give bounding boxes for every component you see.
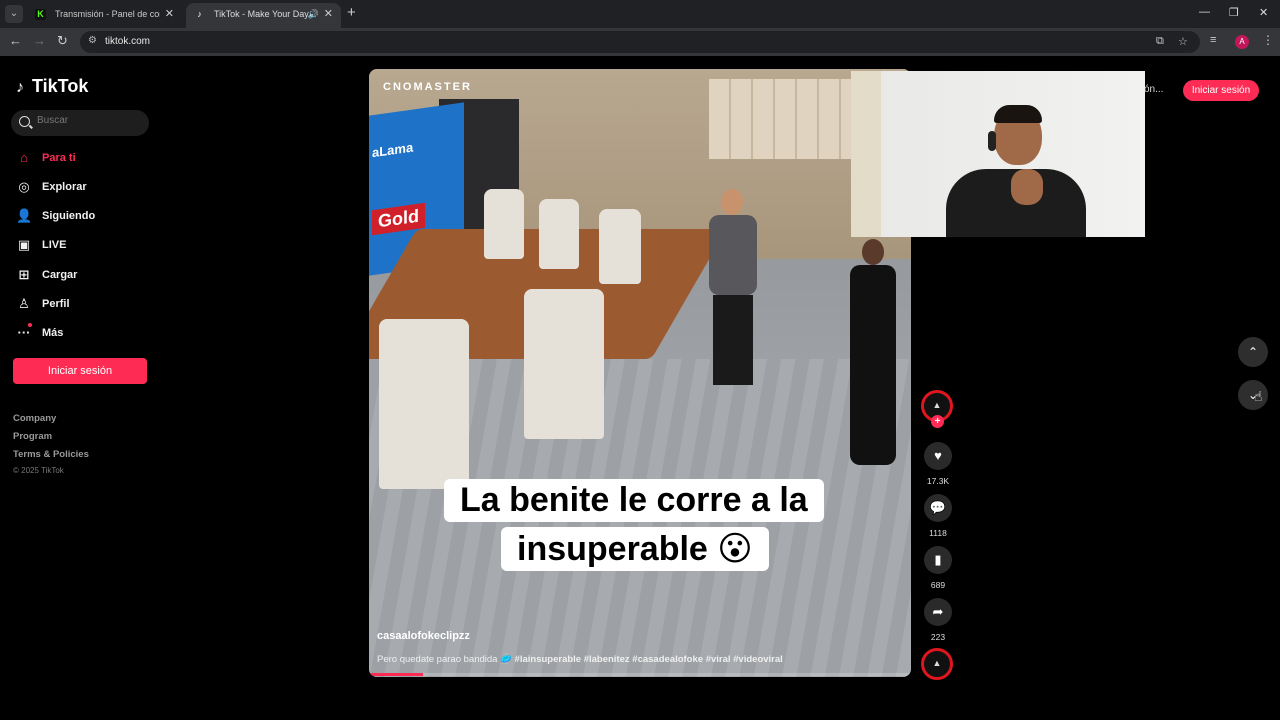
follow-button[interactable]: +: [931, 415, 944, 428]
sidebar-login-button[interactable]: Iniciar sesión: [13, 358, 147, 384]
sidebar-item-label: Siguiendo: [42, 210, 96, 222]
sidebar-item-perfil[interactable]: ♙ Perfil: [16, 293, 146, 315]
copyright: © 2025 TikTok: [13, 466, 64, 475]
channel-watermark: CNOMASTER: [383, 81, 472, 93]
url-text[interactable]: tiktok.com: [105, 36, 150, 47]
like-action[interactable]: ♥ 17.3K: [923, 442, 953, 486]
close-tab-icon[interactable]: ✕: [165, 3, 174, 25]
share-count: 223: [930, 632, 946, 642]
close-window-icon[interactable]: ✕: [1259, 6, 1268, 19]
sidebar-item-label: Cargar: [42, 269, 78, 281]
video-scene-chair: [539, 199, 579, 269]
video-progress-bar[interactable]: [369, 673, 911, 676]
bookmark-star-icon[interactable]: ☆: [1178, 35, 1188, 48]
tab-title: Transmisión - Panel de control: [55, 9, 160, 19]
search-input[interactable]: [37, 115, 142, 126]
forward-icon[interactable]: →: [33, 33, 46, 48]
music-disc-icon: ▲: [932, 658, 942, 668]
header-partial-text[interactable]: ón...: [1144, 84, 1163, 95]
streamer-webcam-overlay: [851, 71, 1145, 237]
sidebar-item-live[interactable]: ▣ LIVE: [16, 234, 146, 256]
like-count: 17.3K: [926, 476, 950, 486]
video-author[interactable]: casaalofokeclipzz: [377, 630, 470, 642]
video-caption-line1: La benite le corre a la: [444, 479, 824, 522]
upload-icon: ⊞: [18, 267, 30, 282]
footer-link-program[interactable]: Program: [13, 431, 52, 442]
restore-icon[interactable]: ❐: [1229, 6, 1239, 19]
sidebar-item-mas[interactable]: ··· Más: [16, 322, 146, 344]
music-disc[interactable]: ▲: [921, 648, 953, 680]
bookmark-icon[interactable]: ▮: [924, 546, 952, 574]
close-tab-icon[interactable]: ✕: [324, 3, 333, 25]
sidebar-item-label: Para ti: [42, 152, 76, 164]
site-info-icon[interactable]: ⚙: [88, 35, 97, 46]
comment-icon[interactable]: 💬: [924, 494, 952, 522]
save-action[interactable]: ▮ 689: [923, 546, 953, 590]
install-app-icon[interactable]: ⧉: [1156, 35, 1164, 48]
footer-link-company[interactable]: Company: [13, 413, 56, 424]
video-caption-line2: insuperable 😮: [501, 527, 769, 571]
compass-icon: ◎: [18, 179, 30, 194]
sidebar-item-label: Más: [42, 327, 64, 339]
next-video-button[interactable]: ⌄: [1238, 380, 1268, 410]
address-bar[interactable]: ⚙ tiktok.com ⧉ ☆: [80, 31, 1200, 53]
tiktok-note-icon: ♪: [16, 79, 24, 96]
browser-toolbar: ← → ↻ ⚙ tiktok.com ⧉ ☆ ≡ A ⋮: [0, 28, 1280, 56]
back-icon[interactable]: ←: [9, 33, 22, 48]
video-scene-chair: [524, 289, 604, 439]
tab-search-button[interactable]: ⌄: [5, 5, 23, 23]
video-description: Pero quedate parao bandida 🥏 #lainsupera…: [377, 654, 783, 665]
following-icon: 👤: [16, 208, 33, 223]
comment-action[interactable]: 💬 1118: [923, 494, 953, 538]
hashtags[interactable]: #lainsuperable #labenitez #casadealofoke…: [515, 654, 783, 665]
share-action[interactable]: ➦ 223: [923, 598, 953, 642]
sidebar-item-explorar[interactable]: ◎ Explorar: [16, 176, 146, 198]
home-icon: ⌂: [20, 150, 28, 165]
more-icon: ···: [17, 325, 31, 340]
sidebar-item-siguiendo[interactable]: 👤 Siguiendo: [16, 205, 146, 227]
minimize-icon[interactable]: —: [1199, 6, 1210, 18]
previous-video-button[interactable]: ⌃: [1238, 337, 1268, 367]
browser-tab-bar: ⌄ K Transmisión - Panel de control ✕ ♪ T…: [0, 0, 1280, 28]
new-tab-button[interactable]: +: [347, 4, 356, 21]
tab-tiktok[interactable]: ♪ TikTok - Make Your Day 🔊 ✕: [186, 3, 341, 28]
video-scene-person: [844, 239, 904, 469]
reload-icon[interactable]: ↻: [57, 33, 68, 49]
tiktok-logo[interactable]: ♪ TikTok: [16, 76, 88, 97]
video-scene-person: [699, 189, 769, 389]
description-text: Pero quedate parao bandida 🥏: [377, 654, 512, 665]
video-scene-chair: [379, 319, 469, 489]
brand-name: TikTok: [32, 76, 89, 96]
video-scene-chair: [484, 189, 524, 259]
share-icon[interactable]: ➦: [924, 598, 952, 626]
notification-dot: [28, 323, 32, 327]
footer-link-terms[interactable]: Terms & Policies: [13, 449, 89, 460]
tiktok-favicon-icon: ♪: [197, 9, 202, 19]
sidebar-item-label: LIVE: [42, 239, 67, 251]
profile-avatar[interactable]: A: [1235, 35, 1249, 49]
progress-fill: [369, 673, 424, 676]
audio-playing-icon[interactable]: 🔊: [308, 3, 319, 25]
mouse-pointer-icon: ☝: [1254, 388, 1263, 404]
sidebar-item-label: Explorar: [42, 181, 87, 193]
avatar-icon: ▲: [932, 400, 942, 410]
sidebar-item-para-ti[interactable]: ⌂ Para ti: [16, 147, 146, 169]
heart-icon[interactable]: ♥: [924, 442, 952, 470]
comment-count: 1118: [929, 528, 947, 538]
kick-favicon-icon: K: [35, 9, 46, 20]
browser-menu-icon[interactable]: ⋮: [1262, 33, 1274, 47]
sidebar-item-label: Perfil: [42, 298, 70, 310]
search-icon[interactable]: [19, 116, 30, 127]
video-scene-chair: [599, 209, 641, 284]
tab-title: TikTok - Make Your Day: [214, 9, 309, 19]
profile-icon: ♙: [18, 296, 30, 311]
save-count: 689: [930, 580, 946, 590]
live-icon: ▣: [17, 237, 31, 252]
header-login-button[interactable]: Iniciar sesión: [1183, 80, 1259, 101]
sidebar-item-cargar[interactable]: ⊞ Cargar: [16, 264, 146, 286]
tab-kick-dashboard[interactable]: K Transmisión - Panel de control ✕: [27, 3, 182, 28]
search-box[interactable]: [11, 110, 149, 136]
media-controls-icon[interactable]: ≡: [1210, 34, 1216, 46]
video-player[interactable]: aLama Gold CNOMASTER La benite le corre …: [369, 69, 911, 677]
